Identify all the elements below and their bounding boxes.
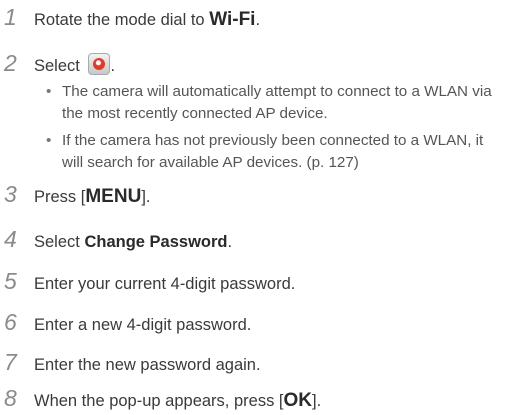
step-number: 3 xyxy=(4,181,17,207)
step-text-part: Select xyxy=(34,57,85,75)
step-number: 2 xyxy=(4,50,17,76)
step-number: 1 xyxy=(4,4,17,30)
step-4: 4 Select Change Password. xyxy=(0,226,232,253)
step-text: Select Change Password. xyxy=(34,233,232,252)
step-text-part: . xyxy=(227,233,233,251)
step-6: 6 Enter a new 4-digit password. xyxy=(0,309,251,336)
step-2: 2 Select . xyxy=(0,50,115,77)
step-3: 3 Press [MENU]. xyxy=(0,181,150,208)
step-text: Press [MENU]. xyxy=(34,186,150,208)
step-text: Enter a new 4-digit password. xyxy=(34,316,252,334)
wifi-mode-icon xyxy=(88,53,111,75)
menu-button-label: MENU xyxy=(85,186,142,207)
ok-button-label: OK xyxy=(283,390,312,411)
bullet-mark: • xyxy=(46,132,52,149)
step-text: Select . xyxy=(34,53,115,76)
step-text: Rotate the mode dial to Wi-Fi. xyxy=(34,9,260,31)
note-item: • If the camera has not previously been c… xyxy=(46,130,508,173)
step-text-part: Press [ xyxy=(34,188,86,206)
note-text: If the camera has not previously been co… xyxy=(62,132,484,171)
step-text: Enter your current 4-digit password. xyxy=(34,275,296,293)
step-5: 5 Enter your current 4-digit password. xyxy=(0,268,295,295)
mode-name: Wi-Fi xyxy=(209,9,256,30)
step-number: 5 xyxy=(4,268,17,294)
step-number: 8 xyxy=(4,385,17,411)
step-text-part: . xyxy=(110,57,116,75)
step-7: 7 Enter the new password again. xyxy=(0,349,261,376)
step-text-part: . xyxy=(255,11,261,29)
step-2-notes: • The camera will automatically attempt t… xyxy=(46,81,508,179)
wifi-mode-icon-dot xyxy=(93,58,106,70)
step-8: 8 When the pop-up appears, press [OK]. xyxy=(0,385,321,412)
step-text-part: ]. xyxy=(311,392,322,410)
step-text: Enter the new password again. xyxy=(34,356,261,374)
bullet-mark: • xyxy=(46,83,52,100)
step-text-part: Rotate the mode dial to xyxy=(34,11,210,29)
step-number: 6 xyxy=(4,309,17,335)
note-text: The camera will automatically attempt to… xyxy=(62,83,492,122)
step-text: When the pop-up appears, press [OK]. xyxy=(34,390,321,412)
step-number: 7 xyxy=(4,349,17,375)
step-text-part: ]. xyxy=(141,188,151,206)
note-item: • The camera will automatically attempt t… xyxy=(46,81,508,124)
step-text-part: When the pop-up appears, press [ xyxy=(34,392,284,410)
step-1: 1 Rotate the mode dial to Wi-Fi. xyxy=(0,4,260,31)
step-number: 4 xyxy=(4,226,17,252)
step-text-part: Select xyxy=(34,233,85,251)
menu-option: Change Password xyxy=(84,233,228,251)
